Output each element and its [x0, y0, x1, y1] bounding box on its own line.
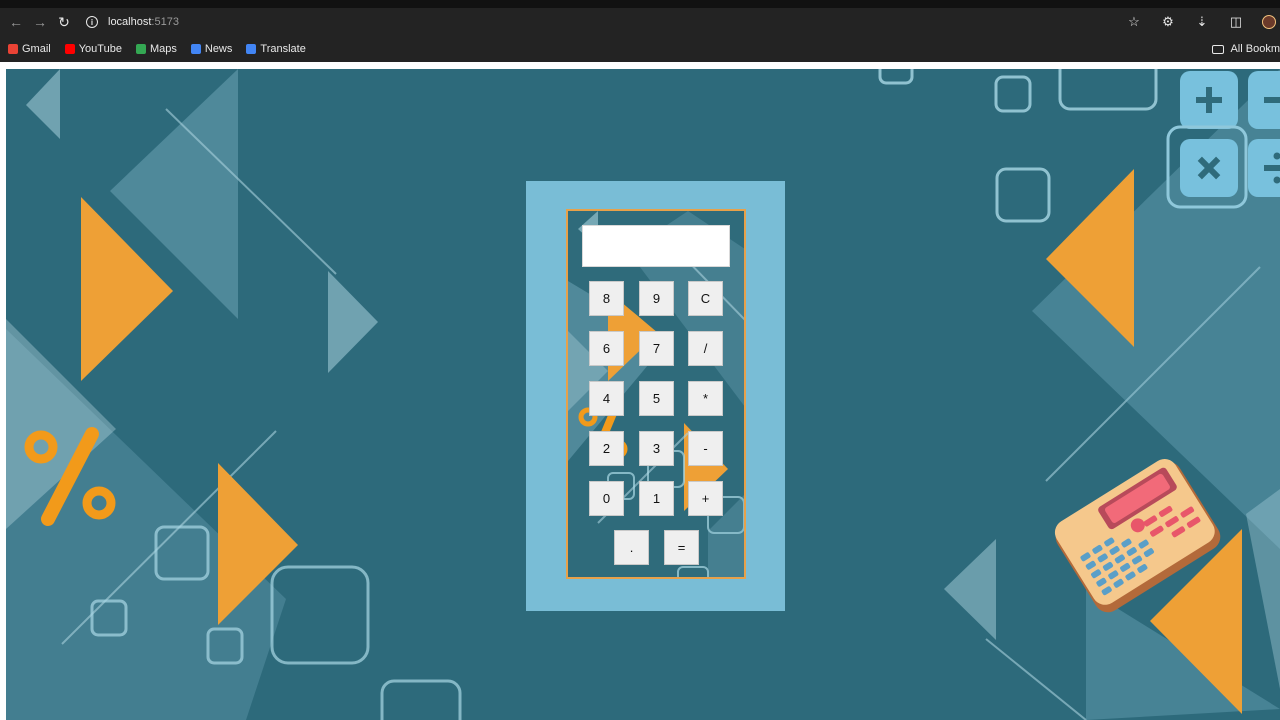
folder-icon [1212, 44, 1225, 54]
download-icon[interactable]: ⇣ [1194, 14, 1210, 30]
site-info-icon[interactable]: i [86, 16, 98, 28]
bookmark-label: Gmail [22, 43, 51, 55]
maps-icon [135, 44, 146, 54]
multiply-button[interactable]: * [688, 381, 723, 416]
calculator-frame: 8 9 C 6 7 / 4 5 * 2 3 - 0 1 + . = [526, 181, 785, 611]
operator-tiles-decor [1166, 71, 1280, 209]
bookmarks-bar: Gmail YouTube Maps News Translate [0, 36, 1280, 62]
bookmark-label: Translate [260, 43, 306, 55]
add-button[interactable]: + [688, 481, 723, 516]
reload-icon[interactable]: ↻ [52, 10, 76, 34]
page-viewport: 8 9 C 6 7 / 4 5 * 2 3 - 0 1 + . = [0, 62, 1280, 720]
decor-triangle [328, 271, 378, 373]
calculator-display[interactable] [582, 225, 730, 267]
star-icon[interactable]: ☆ [1126, 14, 1142, 30]
subtract-button[interactable]: - [688, 431, 723, 466]
tab-strip [0, 0, 1280, 8]
key-8[interactable]: 8 [589, 281, 624, 316]
browser-actions: ☆ ⚙ ⇣ ◫ [1126, 8, 1280, 36]
key-0[interactable]: 0 [589, 481, 624, 516]
url-port: :5173 [151, 16, 179, 28]
all-bookmarks-label: All Bookm [1230, 43, 1280, 55]
url-host: localhost [108, 16, 152, 28]
decor-triangle [944, 539, 996, 640]
translate-icon [246, 44, 257, 54]
all-bookmarks[interactable]: All Bookm [1212, 36, 1280, 62]
forward-icon[interactable]: → [28, 10, 52, 34]
bookmark-translate[interactable]: Translate [246, 43, 306, 55]
equals-button[interactable]: = [664, 530, 699, 565]
extensions-icon[interactable]: ⚙ [1160, 14, 1176, 30]
bookmark-news[interactable]: News [190, 43, 233, 55]
profile-avatar[interactable] [1262, 15, 1276, 29]
news-icon [190, 44, 201, 54]
bookmark-youtube[interactable]: YouTube [64, 43, 122, 55]
key-3[interactable]: 3 [639, 431, 674, 466]
bookmark-label: YouTube [78, 43, 122, 55]
bookmark-label: News [204, 43, 233, 55]
clear-button[interactable]: C [688, 281, 723, 316]
divide-button[interactable]: / [688, 331, 723, 366]
calculator: 8 9 C 6 7 / 4 5 * 2 3 - 0 1 + . = [566, 209, 746, 579]
decor-triangle [1246, 489, 1280, 689]
url-field[interactable]: i localhost:5173 [86, 16, 179, 28]
back-icon[interactable]: ← [4, 10, 28, 34]
key-6[interactable]: 6 [589, 331, 624, 366]
key-1[interactable]: 1 [639, 481, 674, 516]
key-9[interactable]: 9 [639, 281, 674, 316]
key-2[interactable]: 2 [589, 431, 624, 466]
key-4[interactable]: 4 [589, 381, 624, 416]
decor-triangle [26, 69, 60, 139]
bookmark-gmail[interactable]: Gmail [8, 43, 51, 55]
bookmark-label: Maps [149, 43, 177, 55]
key-7[interactable]: 7 [639, 331, 674, 366]
key-5[interactable]: 5 [639, 381, 674, 416]
youtube-icon [64, 44, 75, 54]
decimal-button[interactable]: . [614, 530, 649, 565]
gmail-icon [8, 44, 18, 54]
side-panel-icon[interactable]: ◫ [1228, 14, 1244, 30]
bookmark-maps[interactable]: Maps [135, 43, 177, 55]
page-background: 8 9 C 6 7 / 4 5 * 2 3 - 0 1 + . = [6, 69, 1280, 720]
address-bar: ← → ↻ i localhost:5173 [0, 8, 1280, 36]
